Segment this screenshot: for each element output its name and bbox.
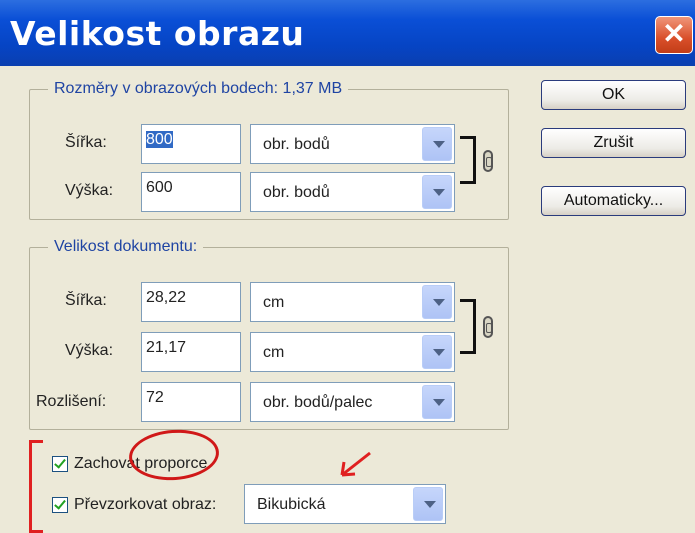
- cancel-button[interactable]: Zrušit: [541, 128, 686, 158]
- pixel-height-unit: obr. bodů: [263, 184, 330, 201]
- doc-width-value: 28,22: [146, 289, 187, 306]
- pixel-height-input[interactable]: 600: [141, 172, 241, 212]
- resolution-label: Rozlišení:: [36, 393, 107, 410]
- constrain-proportions-checkbox[interactable]: [52, 456, 68, 472]
- document-size-legend: Velikost dokumentu:: [54, 238, 198, 255]
- doc-width-unit: cm: [263, 294, 285, 311]
- chevron-down-icon[interactable]: [422, 127, 452, 161]
- link-bracket: [460, 136, 476, 184]
- annotation-arrow-icon: [340, 451, 371, 477]
- pixel-width-unit: obr. bodů: [263, 136, 330, 153]
- auto-button[interactable]: Automaticky...: [541, 186, 686, 216]
- doc-height-input[interactable]: 21,17: [141, 332, 241, 372]
- chevron-down-icon[interactable]: [422, 335, 452, 369]
- pixel-height-value: 600: [146, 179, 173, 196]
- chain-link-icon: [483, 150, 493, 172]
- chevron-down-icon[interactable]: [422, 285, 452, 319]
- chevron-down-icon[interactable]: [413, 487, 443, 521]
- pixel-width-unit-select[interactable]: obr. bodů: [250, 124, 455, 164]
- doc-height-unit-select[interactable]: cm: [250, 332, 455, 372]
- pixel-height-unit-select[interactable]: obr. bodů: [250, 172, 455, 212]
- pixel-width-label: Šířka:: [65, 134, 107, 151]
- pixel-height-label: Výška:: [65, 182, 114, 199]
- image-size-dialog: Rozměry v obrazových bodech: 1,37 MB Šíř…: [0, 66, 695, 533]
- close-icon: ✕: [662, 18, 686, 49]
- resolution-input[interactable]: 72: [141, 382, 241, 422]
- chevron-down-icon[interactable]: [422, 385, 452, 419]
- resample-label: Převzorkovat obraz:: [74, 496, 217, 513]
- doc-width-input[interactable]: 28,22: [141, 282, 241, 322]
- annotation-bracket: [29, 440, 43, 533]
- chain-link-icon: [483, 316, 493, 338]
- pixel-width-value: 800: [146, 131, 173, 148]
- doc-width-label: Šířka:: [65, 292, 107, 309]
- ok-button[interactable]: OK: [541, 80, 686, 110]
- doc-height-unit: cm: [263, 344, 285, 361]
- chevron-down-icon[interactable]: [422, 175, 452, 209]
- doc-width-unit-select[interactable]: cm: [250, 282, 455, 322]
- resolution-value: 72: [146, 389, 164, 406]
- doc-height-value: 21,17: [146, 339, 187, 356]
- resolution-unit-select[interactable]: obr. bodů/palec: [250, 382, 455, 422]
- pixel-dimensions-legend: Rozměry v obrazových bodech: 1,37 MB: [54, 80, 343, 97]
- resolution-unit: obr. bodů/palec: [263, 394, 373, 411]
- window-title: Velikost obrazu: [10, 14, 305, 53]
- title-bar: Velikost obrazu ✕: [0, 0, 695, 66]
- pixel-width-input[interactable]: 800: [141, 124, 241, 164]
- resample-checkbox[interactable]: [52, 497, 68, 513]
- resample-method-select[interactable]: Bikubická: [244, 484, 446, 524]
- close-button[interactable]: ✕: [655, 16, 693, 54]
- link-bracket: [460, 299, 476, 354]
- doc-height-label: Výška:: [65, 342, 114, 359]
- annotation-ellipse: [127, 426, 221, 484]
- resample-method: Bikubická: [257, 496, 326, 513]
